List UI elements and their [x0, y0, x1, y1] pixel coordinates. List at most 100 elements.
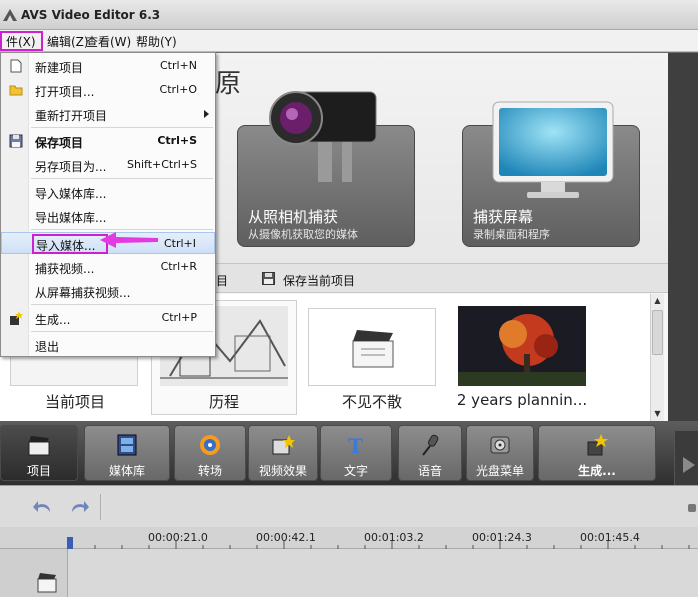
effects-icon: [272, 435, 295, 455]
toolbar-disc-menu-button[interactable]: 光盘菜单: [466, 425, 534, 481]
timeline-toolbar: [0, 485, 698, 527]
menu-item-new-project[interactable]: 新建项目 Ctrl+N: [1, 55, 215, 77]
menu-item-shortcut: Ctrl+P: [161, 311, 197, 324]
folder-icon: [9, 85, 23, 96]
menu-separator: [31, 178, 213, 179]
text-icon: T: [348, 434, 363, 456]
toolbar-produce-button[interactable]: 生成...: [538, 425, 656, 481]
clapperboard-icon: [28, 436, 50, 456]
menu-item-label: 新建项目: [35, 61, 84, 75]
menu-item-produce[interactable]: 生成... Ctrl+P: [1, 307, 215, 329]
redo-icon[interactable]: [68, 498, 90, 516]
play-icon[interactable]: [683, 457, 695, 473]
toolbar-label: 光盘菜单: [475, 464, 524, 478]
thumb-label: 历程: [208, 393, 239, 411]
toolbar-label: 项目: [26, 464, 51, 478]
floppy-icon: [262, 272, 275, 285]
toolbar-voice-button[interactable]: 语音: [398, 425, 462, 481]
toolbar-label: 媒体库: [108, 464, 145, 478]
card-camera-subtitle: 从摄像机获取您的媒体: [248, 228, 358, 241]
menu-separator: [31, 229, 213, 230]
menu-item-label: 退出: [35, 340, 60, 354]
toolbar-media-library-button[interactable]: 媒体库: [84, 425, 170, 481]
toolbar-divider: [100, 494, 101, 520]
clapperboard-icon: [37, 573, 57, 593]
capture-screen-card[interactable]: 捕获屏幕 录制桌面和程序: [462, 101, 640, 247]
scroll-thumb[interactable]: [652, 310, 663, 355]
thumb-tree-image[interactable]: [458, 306, 586, 386]
annotation-arrow-icon: [100, 232, 158, 248]
thumb-label: 当前项目: [44, 393, 105, 411]
menu-item-capture-screen[interactable]: 从屏幕捕获视频...: [1, 280, 215, 302]
menu-item-label: 从屏幕捕获视频...: [35, 286, 131, 300]
toolbar-transitions-button[interactable]: 转场: [174, 425, 246, 481]
menu-item-shortcut: Ctrl+N: [159, 59, 197, 72]
menu-view[interactable]: 查看(W): [84, 33, 133, 50]
menu-item-shortcut: Ctrl+S: [157, 134, 197, 147]
menu-item-save-as[interactable]: 另存项目为... Shift+Ctrl+S: [1, 154, 215, 176]
timeline-playhead[interactable]: [67, 537, 73, 549]
menu-item-label: 打开项目...: [35, 85, 95, 99]
menu-item-open-project[interactable]: 打开项目... Ctrl+O: [1, 79, 215, 101]
toolbar-label: 语音: [417, 464, 442, 478]
toolbar-label: 视频效果: [258, 464, 307, 478]
toolbar-label: 生成...: [578, 464, 616, 478]
toolbar-video-effects-button[interactable]: 视频效果: [248, 425, 318, 481]
thumb-clapper-project[interactable]: [308, 308, 436, 386]
avs-logo-icon: [3, 9, 17, 21]
toolbar-label: 文字: [343, 464, 368, 478]
undo-icon[interactable]: [32, 498, 54, 516]
menu-item-export-library[interactable]: 导出媒体库...: [1, 205, 215, 227]
file-menu-dropdown: 新建项目 Ctrl+N 打开项目... Ctrl+O 重新打开项目 保存项目 C…: [0, 52, 216, 357]
menu-item-label: 导出媒体库...: [35, 211, 107, 225]
menu-item-label: 导入媒体...: [36, 239, 96, 253]
menu-item-save-project[interactable]: 保存项目 Ctrl+S: [1, 130, 215, 152]
menu-item-exit[interactable]: 退出: [1, 334, 215, 356]
main-toolbar: 项目 媒体库 转场 视频效果 T 文字 语音 光盘菜单 生成...: [0, 421, 698, 485]
menu-item-shortcut: Ctrl+R: [160, 260, 197, 273]
save-current-project-button[interactable]: 保存当前项目: [283, 272, 355, 289]
menu-item-label: 捕获视频...: [35, 262, 95, 276]
microphone-icon: [422, 434, 439, 456]
menu-item-import-library[interactable]: 导入媒体库...: [1, 181, 215, 203]
card-camera-title: 从照相机捕获: [248, 208, 339, 226]
project-bar-label: 目: [216, 274, 229, 288]
scroll-up-icon[interactable]: ▲: [651, 294, 664, 307]
menu-help[interactable]: 帮助(Y): [134, 33, 179, 50]
thumbs-scrollbar[interactable]: ▲ ▼: [650, 294, 664, 421]
scroll-down-icon[interactable]: ▼: [651, 407, 664, 420]
camcorder-icon: [269, 91, 377, 182]
menu-item-label: 重新打开项目: [35, 109, 108, 123]
menu-separator: [31, 331, 213, 332]
timeline-ruler: 00:00:21.0 00:00:42.1 00:01:03.2 00:01:2…: [0, 527, 698, 549]
menu-bar: 件(X) 编辑(Z) 查看(W) 帮助(Y): [0, 30, 698, 52]
hero-title: 原: [215, 69, 242, 99]
menu-item-label: 另存项目为...: [35, 160, 107, 174]
clapperboard-icon: [352, 330, 394, 368]
menu-item-shortcut: Ctrl+O: [159, 83, 197, 96]
menu-file[interactable]: 件(X): [0, 31, 43, 51]
timeline-video-track[interactable]: [0, 549, 698, 597]
transition-icon: [200, 435, 220, 455]
thumb-label: 不见不散: [341, 393, 402, 411]
ruler-ticks: [68, 541, 690, 549]
submenu-arrow-icon: [204, 110, 209, 118]
capture-camera-card[interactable]: 从照相机捕获 从摄像机获取您的媒体: [237, 91, 415, 247]
timeline-zoom-handle[interactable]: [688, 504, 696, 512]
window-title: AVS Video Editor 6.3: [21, 8, 161, 22]
menu-item-capture-video[interactable]: 捕获视频... Ctrl+R: [1, 256, 215, 278]
menu-separator: [31, 304, 213, 305]
title-bar: AVS Video Editor 6.3: [0, 0, 698, 30]
menu-item-label: 生成...: [35, 313, 71, 327]
card-screen-title: 捕获屏幕: [473, 208, 534, 226]
toolbar-text-button[interactable]: T 文字: [320, 425, 392, 481]
menu-item-shortcut: Shift+Ctrl+S: [127, 158, 197, 171]
disc-menu-icon: [490, 436, 510, 454]
thumb-label: 2 years plannin...: [456, 391, 588, 409]
new-file-icon: [10, 59, 22, 73]
menu-item-shortcut: Ctrl+I: [163, 237, 196, 250]
menu-item-reopen-project[interactable]: 重新打开项目: [1, 103, 215, 125]
toolbar-project-button[interactable]: 项目: [0, 425, 78, 481]
card-screen-subtitle: 录制桌面和程序: [473, 228, 550, 241]
play-panel-edge: [674, 431, 698, 485]
